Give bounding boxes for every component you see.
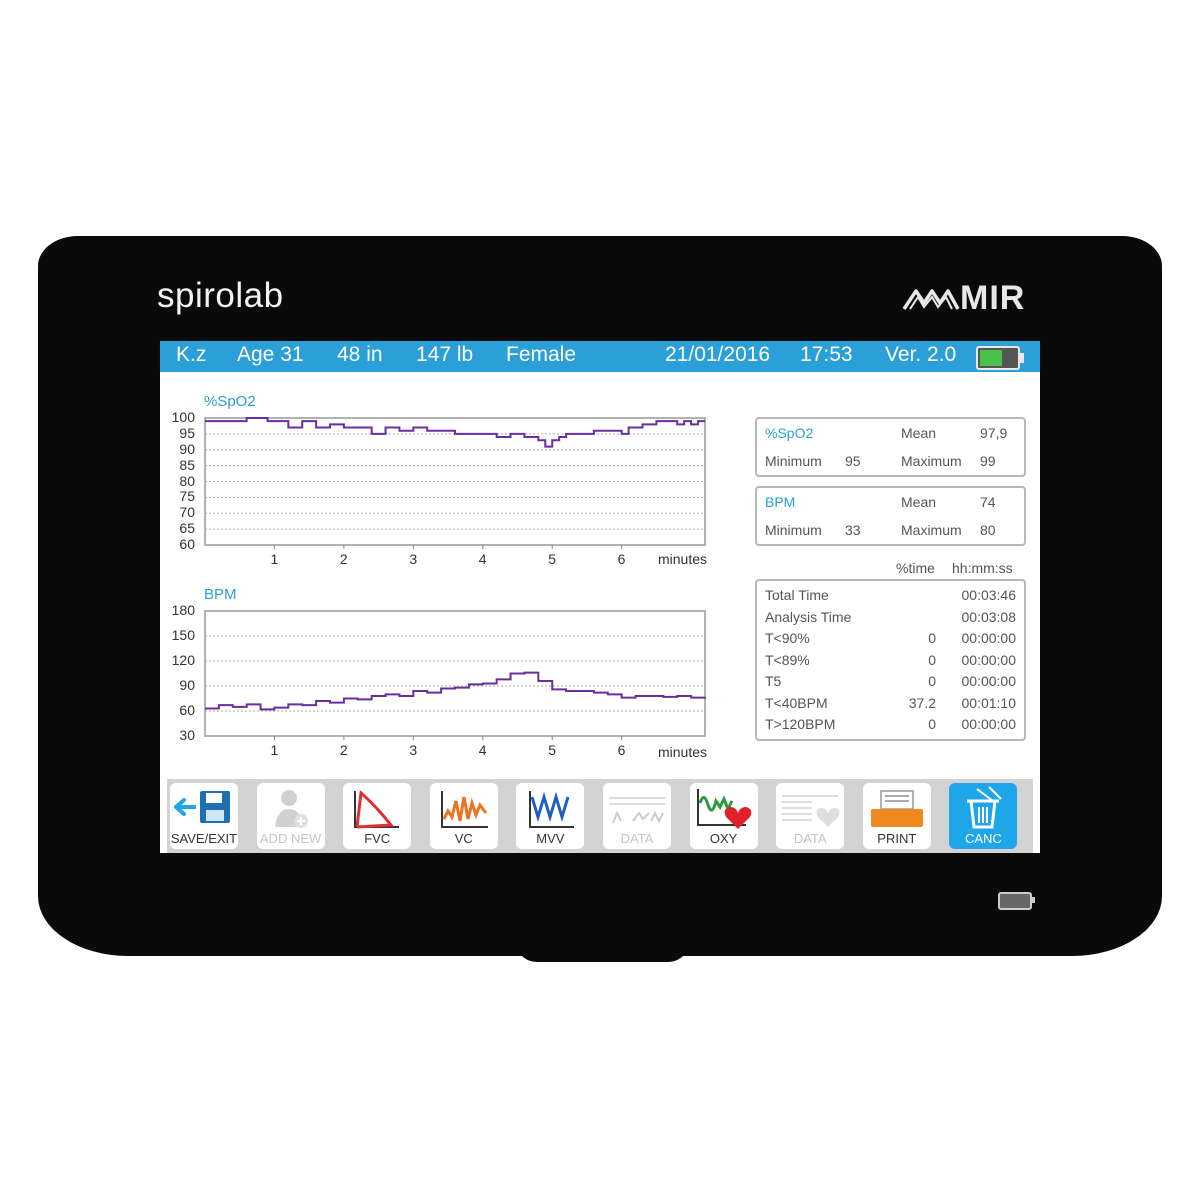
time-row-duration: 00:01:10 [961,694,1017,711]
toolbar-button-label: SAVE/EXIT [170,831,238,846]
toolbar-button-add-new: ADD NEW [256,783,325,849]
touch-screen: K.z Age 31 48 in 147 lb Female 21/01/201… [160,341,1040,853]
printer-icon [870,790,923,827]
time-row-percent: 0 [928,716,936,732]
time-table-pct-header: %time [896,560,935,576]
spo2-mean-label: Mean [901,425,937,441]
spo2-stats-box: %SpO2 Mean 97,9 Minimum 95 Maximum 99 [755,417,1026,477]
mir-logo-icon [902,288,960,310]
toolbar-button-vc[interactable]: VC [429,783,498,849]
bpm-min-value: 33 [845,522,861,538]
device-bottom-notch [515,940,690,962]
maker-logo: MIR [902,279,1025,318]
time-row-label: Analysis Time [765,608,852,625]
save-exit-icon [174,791,230,823]
bpm-min-label: Minimum [765,522,822,538]
toolbar-button-label: FVC [364,831,391,846]
time-row-duration: 00:00:00 [961,716,1017,732]
toolbar-button-canc[interactable]: CANC [949,783,1018,849]
spo2-max-value: 99 [980,453,996,469]
time-row-label: T<89% [765,651,810,668]
maker-name: MIR [960,279,1026,317]
toolbar-button-label: DATA [793,831,827,846]
bottom-toolbar: SAVE/EXIT ADD NEW FVC VC MVV DATA OXY DATA PRINT… [167,779,1033,853]
bpm-series-line [205,671,706,711]
time-row-percent: 0 [928,630,936,646]
time-row-duration: 00:00:00 [961,630,1017,646]
toolbar-button-oxy[interactable]: OXY [689,783,758,849]
bpm-stats-title: BPM [765,494,796,510]
toolbar-button-mvv[interactable]: MVV [516,783,585,849]
toolbar-button-data: DATA [603,783,671,849]
spo2-min-label: Minimum [765,453,822,469]
toolbar-button-label: VC [454,831,473,846]
time-row-duration: 00:00:00 [961,673,1017,689]
time-row-percent: 37.2 [908,694,936,711]
time-row-label: Total Time [765,587,829,603]
time-row-label: T5 [765,673,782,689]
time-row-label: T<40BPM [765,694,828,711]
time-row-label: T>120BPM [765,716,836,732]
time-row-label: T<90% [765,630,810,646]
bpm-stats-box: BPM Mean 74 Minimum 33 Maximum 80 [755,486,1026,546]
toolbar-button-print[interactable]: PRINT [862,783,931,849]
toolbar-button-label: OXY [709,831,738,846]
toolbar-button-fvc[interactable]: FVC [343,783,412,849]
time-row-percent: 0 [928,673,936,689]
bpm-mean-label: Mean [901,494,937,510]
time-row-duration: 00:03:08 [961,608,1017,625]
bpm-plot-frame [204,610,706,737]
spo2-max-label: Maximum [901,453,962,469]
add-user-icon [274,790,308,828]
toolbar-button-label: CANC [964,831,1002,846]
bpm-max-value: 80 [980,522,996,538]
time-analysis-table: Total Time 00:03:46 Analysis Time 00:03:08 T… [755,579,1026,741]
time-row-duration: 00:00:00 [961,651,1017,668]
spo2-mean-value: 97,9 [980,425,1008,441]
toolbar-button-data-oxy: DATA [776,783,845,849]
trash-cancel-icon [967,786,1003,829]
toolbar-button-label: PRINT [877,831,917,846]
toolbar-button-save-exit[interactable]: SAVE/EXIT [170,783,238,849]
toolbar-button-label: ADD NEW [259,831,322,846]
spo2-min-value: 95 [845,453,861,469]
time-row-duration: 00:03:46 [961,587,1017,603]
device-battery-indicator-icon [998,892,1035,910]
vc-curve-icon [440,791,488,828]
time-row-percent: 0 [928,651,936,668]
spirometry-data-icon [609,797,665,824]
bpm-mean-value: 74 [980,494,996,510]
spo2-stats-title: %SpO2 [765,425,814,441]
toolbar-button-label: DATA [620,831,654,846]
oximetry-heart-icon [696,789,751,829]
fvc-curve-icon [354,790,400,829]
oxy-data-icon [782,795,840,827]
time-table-time-header: hh:mm:ss [952,560,1013,576]
mvv-curve-icon [529,791,575,828]
toolbar-button-label: MVV [536,831,565,846]
bpm-max-label: Maximum [901,522,962,538]
brand-logo: spirolab [157,276,284,315]
